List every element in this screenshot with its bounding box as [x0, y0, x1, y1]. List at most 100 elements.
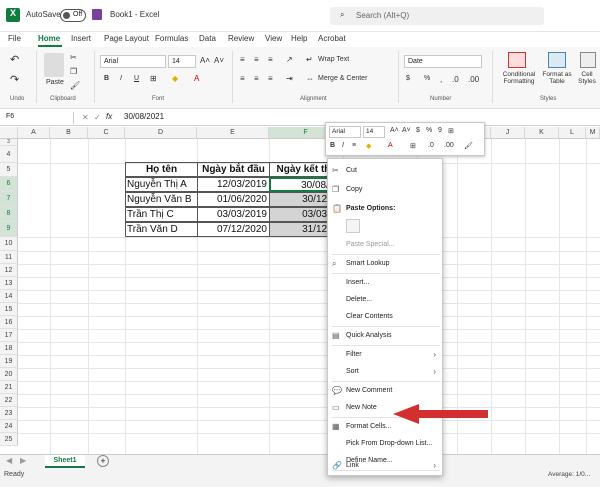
font-color-icon[interactable]: A	[194, 74, 199, 83]
row-header[interactable]: 21	[0, 381, 18, 394]
row-header[interactable]: 23	[0, 407, 18, 420]
align-middle-icon[interactable]: ≡	[254, 55, 259, 64]
worksheet-grid[interactable]: A B C D E F G H I J K L M 3 4 5 6 7 8 9 …	[0, 127, 600, 454]
row-header[interactable]: 7	[0, 192, 18, 207]
column-header[interactable]: L	[559, 127, 586, 139]
merge-center-icon[interactable]: ⇔	[306, 74, 314, 83]
italic-button[interactable]: I	[120, 75, 122, 82]
fill-color-icon[interactable]: ◆	[366, 142, 371, 150]
add-sheet-button[interactable]: +	[97, 455, 109, 467]
row-header[interactable]: 10	[0, 237, 18, 251]
row-header[interactable]: 19	[0, 355, 18, 368]
font-size-select[interactable]: 14	[168, 55, 196, 68]
borders-icon[interactable]: ⊞	[150, 74, 157, 83]
row-header[interactable]: 20	[0, 368, 18, 381]
underline-button[interactable]: U	[134, 75, 139, 82]
tab-file[interactable]: File	[8, 34, 21, 43]
menu-item-delete[interactable]: Delete...	[328, 292, 442, 308]
menu-item-pick-from-list[interactable]: Pick From Drop-down List...	[328, 436, 442, 452]
undo-icon[interactable]: ↶	[10, 53, 19, 66]
name-box[interactable]: F6	[4, 112, 74, 124]
tab-data[interactable]: Data	[199, 34, 216, 43]
align-center-icon[interactable]: ≡	[254, 74, 259, 83]
column-header[interactable]: E	[197, 127, 269, 139]
mini-size-select[interactable]: 14	[363, 126, 385, 138]
tab-insert[interactable]: Insert	[71, 34, 91, 43]
column-header[interactable]: K	[525, 127, 559, 139]
tab-help[interactable]: Help	[291, 34, 307, 43]
format-painter-icon[interactable]: 🖌	[70, 81, 80, 90]
decrease-font-icon[interactable]: A˅	[214, 56, 224, 65]
formula-input[interactable]: 30/08/2021	[124, 112, 164, 121]
row-header[interactable]: 22	[0, 394, 18, 407]
align-top-icon[interactable]: ≡	[240, 55, 245, 64]
cell-styles-icon[interactable]	[580, 52, 596, 68]
column-header[interactable]: M	[586, 127, 600, 139]
row-header[interactable]: 15	[0, 303, 18, 316]
font-family-select[interactable]: Arial	[100, 55, 166, 68]
scroll-right-icon[interactable]: ▶	[20, 456, 26, 465]
column-header[interactable]: C	[88, 127, 125, 139]
wrap-text-button[interactable]: Wrap Text	[318, 56, 349, 63]
borders-icon[interactable]: ⊞	[410, 142, 416, 150]
scroll-left-icon[interactable]: ◀	[6, 456, 12, 465]
tab-home[interactable]: Home	[38, 34, 60, 43]
redo-icon[interactable]: ↷	[10, 73, 19, 86]
format-as-table-icon[interactable]	[548, 52, 566, 68]
menu-item-copy[interactable]: ❐ Copy	[328, 182, 442, 198]
cell-styles-button[interactable]: Cell Styles	[574, 71, 600, 85]
row-header[interactable]: 6	[0, 177, 18, 192]
comma-icon[interactable]: 9	[438, 127, 442, 134]
decimal-decrease-icon[interactable]: .00	[444, 142, 454, 149]
fill-color-icon[interactable]: ◆	[172, 74, 178, 83]
table-cell[interactable]: Nguyễn Văn B	[125, 192, 198, 207]
bold-icon[interactable]: B	[330, 142, 335, 149]
row-header[interactable]: 13	[0, 277, 18, 290]
tab-acrobat[interactable]: Acrobat	[318, 34, 346, 43]
table-cell[interactable]: Trần Thị C	[125, 207, 198, 222]
row-header[interactable]: 24	[0, 420, 18, 433]
menu-item-insert[interactable]: Insert...	[328, 275, 442, 291]
align-right-icon[interactable]: ≡	[268, 74, 273, 83]
menu-item-smart-lookup[interactable]: ⌕ Smart Lookup	[328, 256, 442, 272]
cut-icon[interactable]: ✂	[70, 53, 77, 62]
column-header[interactable]: D	[125, 127, 197, 139]
row-header[interactable]: 5	[0, 163, 18, 177]
menu-item-clear-contents[interactable]: Clear Contents	[328, 309, 442, 325]
increase-font-icon[interactable]: A˄	[200, 56, 210, 65]
currency-icon[interactable]: $	[416, 127, 420, 134]
row-header[interactable]: 17	[0, 329, 18, 342]
row-header[interactable]: 25	[0, 433, 18, 446]
save-icon[interactable]	[92, 9, 102, 20]
align-left-icon[interactable]: ≡	[240, 74, 245, 83]
orientation-icon[interactable]: ↗	[286, 55, 293, 64]
tab-formulas[interactable]: Formulas	[155, 34, 188, 43]
copy-icon[interactable]: ❐	[70, 67, 77, 76]
conditional-formatting-icon[interactable]	[508, 52, 526, 68]
menu-item-quick-analysis[interactable]: ▤ Quick Analysis	[328, 328, 442, 344]
mini-font-select[interactable]: Arial	[329, 126, 361, 138]
increase-decimal-icon[interactable]: .0	[452, 75, 459, 84]
percent-icon[interactable]: %	[426, 127, 432, 134]
select-all-corner[interactable]	[0, 127, 18, 139]
decrease-font-icon[interactable]: A˅	[402, 127, 411, 134]
conditional-formatting-button[interactable]: Conditional Formatting	[498, 71, 540, 85]
column-header[interactable]: A	[18, 127, 50, 139]
decimal-icon[interactable]: .0	[428, 142, 434, 149]
table-header-cell[interactable]: Ngày bắt đầu	[197, 162, 270, 177]
comma-style-icon[interactable]: ,	[440, 75, 442, 84]
tab-view[interactable]: View	[265, 34, 282, 43]
table-cell[interactable]: 01/06/2020	[197, 192, 270, 207]
menu-item-new-comment[interactable]: 💬 New Comment	[328, 383, 442, 399]
format-as-table-button[interactable]: Format as Table	[540, 71, 574, 85]
indent-icon[interactable]: ⇥	[286, 74, 293, 83]
insert-function-button[interactable]: fx	[106, 112, 112, 121]
tab-page-layout[interactable]: Page Layout	[104, 34, 149, 43]
table-cell[interactable]: 12/03/2019	[197, 177, 270, 192]
row-header[interactable]: 12	[0, 264, 18, 277]
paste-button-label[interactable]: Paste	[46, 79, 64, 86]
table-cell[interactable]: 07/12/2020	[197, 222, 270, 237]
table-icon[interactable]: ⊞	[448, 127, 454, 135]
font-color-icon[interactable]: A	[388, 142, 393, 149]
paste-option-button[interactable]	[346, 219, 360, 233]
